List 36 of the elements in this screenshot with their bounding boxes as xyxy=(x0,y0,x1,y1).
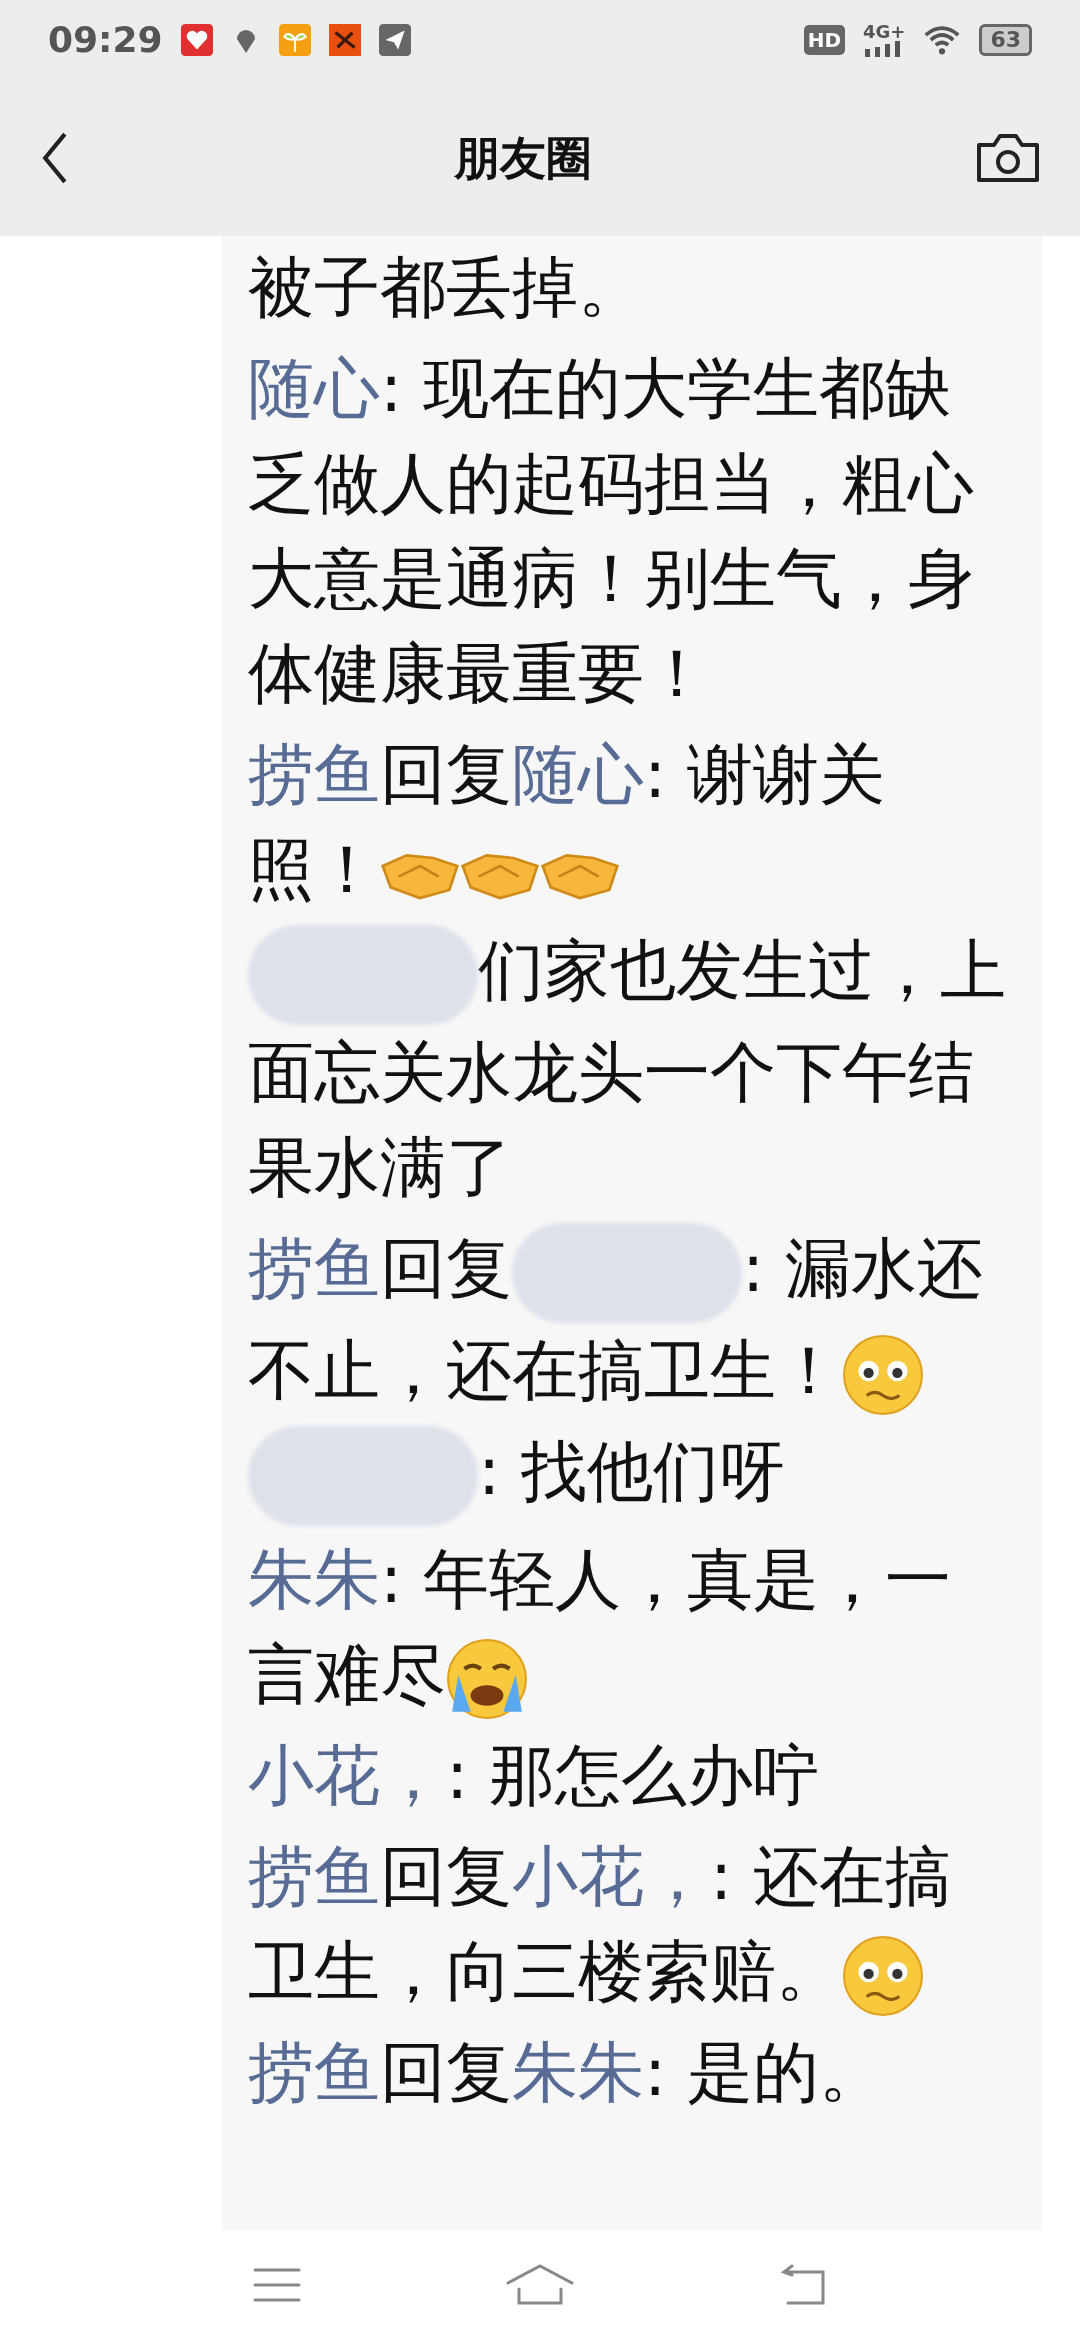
commenter-name[interactable]: 随心 xyxy=(248,350,380,427)
wifi-icon xyxy=(923,25,962,55)
hd-icon: HD xyxy=(803,25,845,55)
app-notification-icon xyxy=(180,24,213,56)
commenter-name[interactable]: 朱朱 xyxy=(512,2033,644,2111)
status-time: 09:29 xyxy=(48,18,163,62)
crying-face-icon xyxy=(446,1637,528,1720)
commenter-name[interactable]: 捞鱼 xyxy=(248,1837,380,1915)
comment: 捞鱼回复朱朱: 是的。 xyxy=(248,2032,887,2113)
network-type: 4G+ xyxy=(863,23,906,41)
comment: 小花，: 那怎么办咛 xyxy=(248,1735,821,1816)
worried-face-icon xyxy=(842,1934,924,2017)
app-notification-icon xyxy=(328,24,361,56)
commenter-name[interactable]: 随心 xyxy=(512,736,644,813)
comment: : 找他们呀 xyxy=(248,1423,1016,1526)
send-icon xyxy=(378,24,411,56)
battery-indicator: 63 xyxy=(979,24,1032,56)
comment: 随心: 现在的大学生都缺乏做人的起码担当，粗心大意是通病！别生气，身体健康最重要！ xyxy=(248,349,975,714)
commenter-name[interactable]: 捞鱼 xyxy=(248,2033,380,2111)
comment: 捞鱼回复随心: 谢谢关照！ xyxy=(248,735,887,910)
commenter-name[interactable]: 捞鱼 xyxy=(248,736,380,813)
comment: 捞鱼回复小花，: 还在搞卫生，向三楼索赔。 xyxy=(248,1828,1016,2019)
comment: 们家也发生过，上面忘关水龙头一个下午结果水满了 xyxy=(248,923,1016,1215)
comment: 被子都丢掉。 xyxy=(248,248,645,328)
commenter-name[interactable]: 小花， xyxy=(248,1736,446,1814)
comment: 朱朱: 年轻人，真是，一言难尽 xyxy=(248,1531,1016,1722)
signal-icon xyxy=(863,41,903,57)
sprout-app-icon xyxy=(278,24,311,56)
page-title: 朋友圈 xyxy=(453,129,593,187)
worried-face-icon xyxy=(842,1333,924,1416)
commenter-name[interactable]: 朱朱 xyxy=(248,1540,380,1618)
commenter-name[interactable]: 小花， xyxy=(512,1837,710,1915)
camera-icon[interactable] xyxy=(976,133,1040,183)
comment: 捞鱼回复 : 漏水还不止，还在搞卫生！ xyxy=(248,1220,1016,1418)
home-icon[interactable] xyxy=(505,2263,575,2307)
commenter-name[interactable]: 捞鱼 xyxy=(248,1229,380,1307)
